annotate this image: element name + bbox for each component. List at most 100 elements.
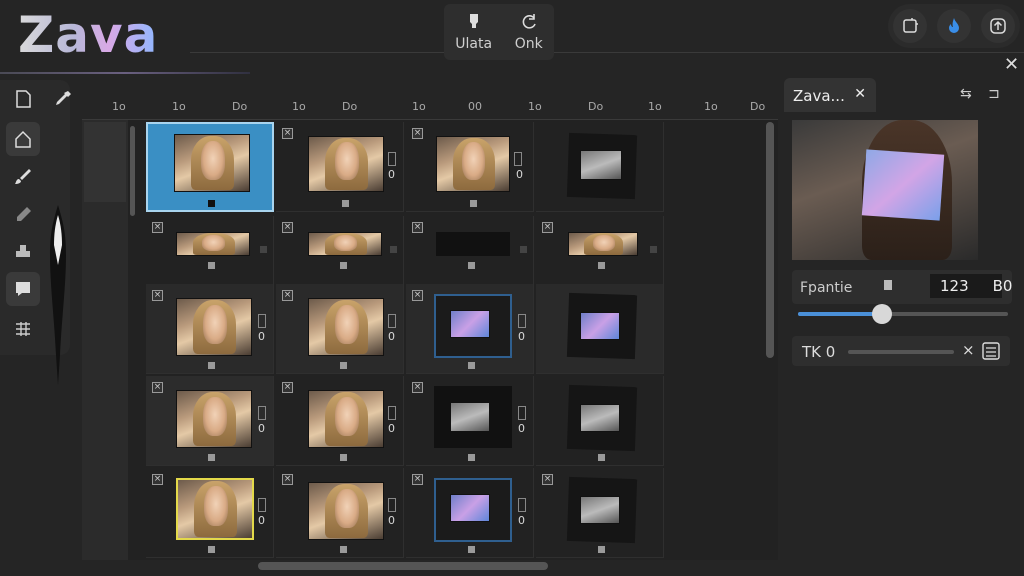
close-icon[interactable]: ✕ — [1004, 54, 1019, 75]
top-right-toolbar — [888, 4, 1020, 48]
home-tool[interactable] — [6, 122, 40, 156]
thumbnail-badge: 0 — [258, 330, 265, 343]
stamp-icon — [469, 14, 478, 28]
thumbnail-cell[interactable]: × 0 — [276, 122, 404, 212]
close-icon[interactable]: × — [412, 474, 423, 485]
comment-tool[interactable] — [6, 272, 40, 306]
close-icon[interactable]: × — [412, 382, 423, 393]
brush-tool[interactable] — [6, 160, 40, 194]
tk-row: TK 0 × — [792, 336, 1010, 366]
close-icon[interactable]: × — [282, 128, 293, 139]
thumbnail-badge: 0 — [518, 514, 525, 527]
portrait-thumbnail — [308, 136, 384, 192]
grid-tool[interactable] — [6, 312, 40, 346]
swatch-icon[interactable] — [884, 280, 892, 290]
left-scrollbar[interactable] — [128, 124, 138, 554]
tk-slider[interactable] — [848, 350, 954, 354]
crop-button[interactable] — [893, 9, 927, 43]
close-icon[interactable]: × — [152, 222, 163, 233]
crop-icon — [903, 18, 918, 33]
home-icon — [15, 130, 31, 148]
pen-tool[interactable] — [6, 198, 40, 232]
close-icon[interactable]: × — [282, 222, 293, 233]
clear-icon[interactable]: × — [962, 341, 975, 359]
close-icon[interactable]: × — [282, 474, 293, 485]
portrait-thumbnail — [176, 390, 252, 448]
slider-fill — [798, 312, 882, 316]
upload-icon — [990, 18, 1006, 34]
thumbnail-cell[interactable]: × 0 — [406, 468, 534, 558]
thumbnail-cell[interactable]: × 0 — [146, 284, 274, 374]
portrait-thumbnail — [450, 402, 490, 432]
thumbnail-cell[interactable]: × — [536, 468, 664, 558]
ulata-label: Ulata — [455, 36, 493, 52]
close-icon[interactable]: × — [412, 222, 423, 233]
grid-side-column — [82, 120, 128, 560]
thumbnail-cell[interactable] — [536, 122, 664, 212]
onk-button[interactable]: Onk — [515, 12, 543, 52]
main-vertical-scrollbar[interactable] — [766, 122, 774, 358]
brush-handle-icon — [50, 205, 66, 385]
portrait-thumbnail — [308, 232, 382, 256]
grid-icon — [16, 322, 30, 336]
ruler-label: 1o — [528, 100, 542, 113]
thumbnail-cell[interactable]: × 0 — [276, 284, 404, 374]
thumbnail-cell[interactable]: × 0 — [276, 468, 404, 558]
thumbnail-cell[interactable]: × 0 — [406, 122, 534, 212]
close-icon[interactable]: × — [152, 290, 163, 301]
tab-label: Zava... — [793, 87, 845, 105]
comment-icon — [16, 282, 30, 296]
thumbnail-cell[interactable] — [536, 376, 664, 466]
thumbnail-badge: 0 — [518, 330, 525, 343]
close-icon[interactable]: × — [412, 128, 423, 139]
ruler-label: 1o — [112, 100, 126, 113]
thumbnail-badge: 0 — [388, 330, 395, 343]
stamp-tool[interactable] — [6, 234, 40, 268]
main-horizontal-scrollbar[interactable] — [258, 562, 548, 570]
portrait-thumbnail — [580, 150, 622, 180]
thumbnail-cell[interactable]: × 0 — [406, 284, 534, 374]
right-panel: Zava... ✕ ⇆ ⊐ Fpantie 123 B0 TK 0 × — [784, 78, 1022, 368]
property-slider[interactable] — [798, 304, 1008, 324]
thumbnail-cell[interactable]: × 0 — [406, 376, 534, 466]
close-icon[interactable]: ✕ — [854, 86, 866, 102]
portrait-thumbnail — [176, 298, 252, 356]
horizontal-ruler: 1o 1o Do 1o Do 1o 00 1o Do 1o 1o Do — [82, 98, 778, 120]
thumbnail-cell[interactable]: × 0 — [146, 468, 274, 558]
tab-action-icons[interactable]: ⇆ ⊐ — [960, 86, 1006, 102]
tk-label: TK 0 — [802, 343, 836, 361]
portrait-thumbnail — [580, 404, 620, 432]
tab-zava[interactable]: Zava... ✕ — [784, 78, 876, 112]
thumbnail-cell[interactable] — [146, 122, 274, 212]
flame-icon — [949, 18, 959, 33]
logo-underline — [0, 72, 250, 74]
thumbnail-cell[interactable]: × 0 — [276, 376, 404, 466]
file-icon — [16, 90, 31, 108]
panel-icon[interactable] — [980, 340, 1002, 362]
close-icon[interactable]: × — [412, 290, 423, 301]
pipette-icon[interactable] — [52, 88, 74, 110]
close-icon[interactable]: × — [282, 290, 293, 301]
ulata-button[interactable]: Ulata — [455, 12, 492, 52]
upload-button[interactable] — [981, 9, 1015, 43]
thumbnail-cell[interactable] — [536, 284, 664, 374]
app-window: Zava Ulata Onk ✕ 1o 1o Do 1o Do 1o 00 1o… — [0, 0, 1024, 576]
value-field[interactable]: 123 B0 — [930, 274, 1012, 298]
close-icon[interactable]: × — [152, 382, 163, 393]
refresh-icon — [522, 14, 536, 29]
file-tool[interactable] — [6, 82, 40, 116]
flame-button[interactable] — [937, 9, 971, 43]
filtered-thumbnail — [450, 494, 490, 522]
ruler-label: 1o — [172, 100, 186, 113]
slider-knob[interactable] — [872, 304, 892, 324]
close-icon[interactable]: × — [282, 382, 293, 393]
ruler-label: Do — [588, 100, 604, 113]
filtered-thumbnail — [580, 312, 620, 340]
close-icon[interactable]: × — [152, 474, 163, 485]
filter-overlay — [861, 149, 945, 221]
close-icon[interactable]: × — [542, 474, 553, 485]
thumbnail-cell[interactable]: × 0 — [146, 376, 274, 466]
close-icon[interactable]: × — [542, 222, 553, 233]
ruler-label: Do — [750, 100, 766, 113]
thumbnail-badge: 0 — [516, 168, 523, 181]
